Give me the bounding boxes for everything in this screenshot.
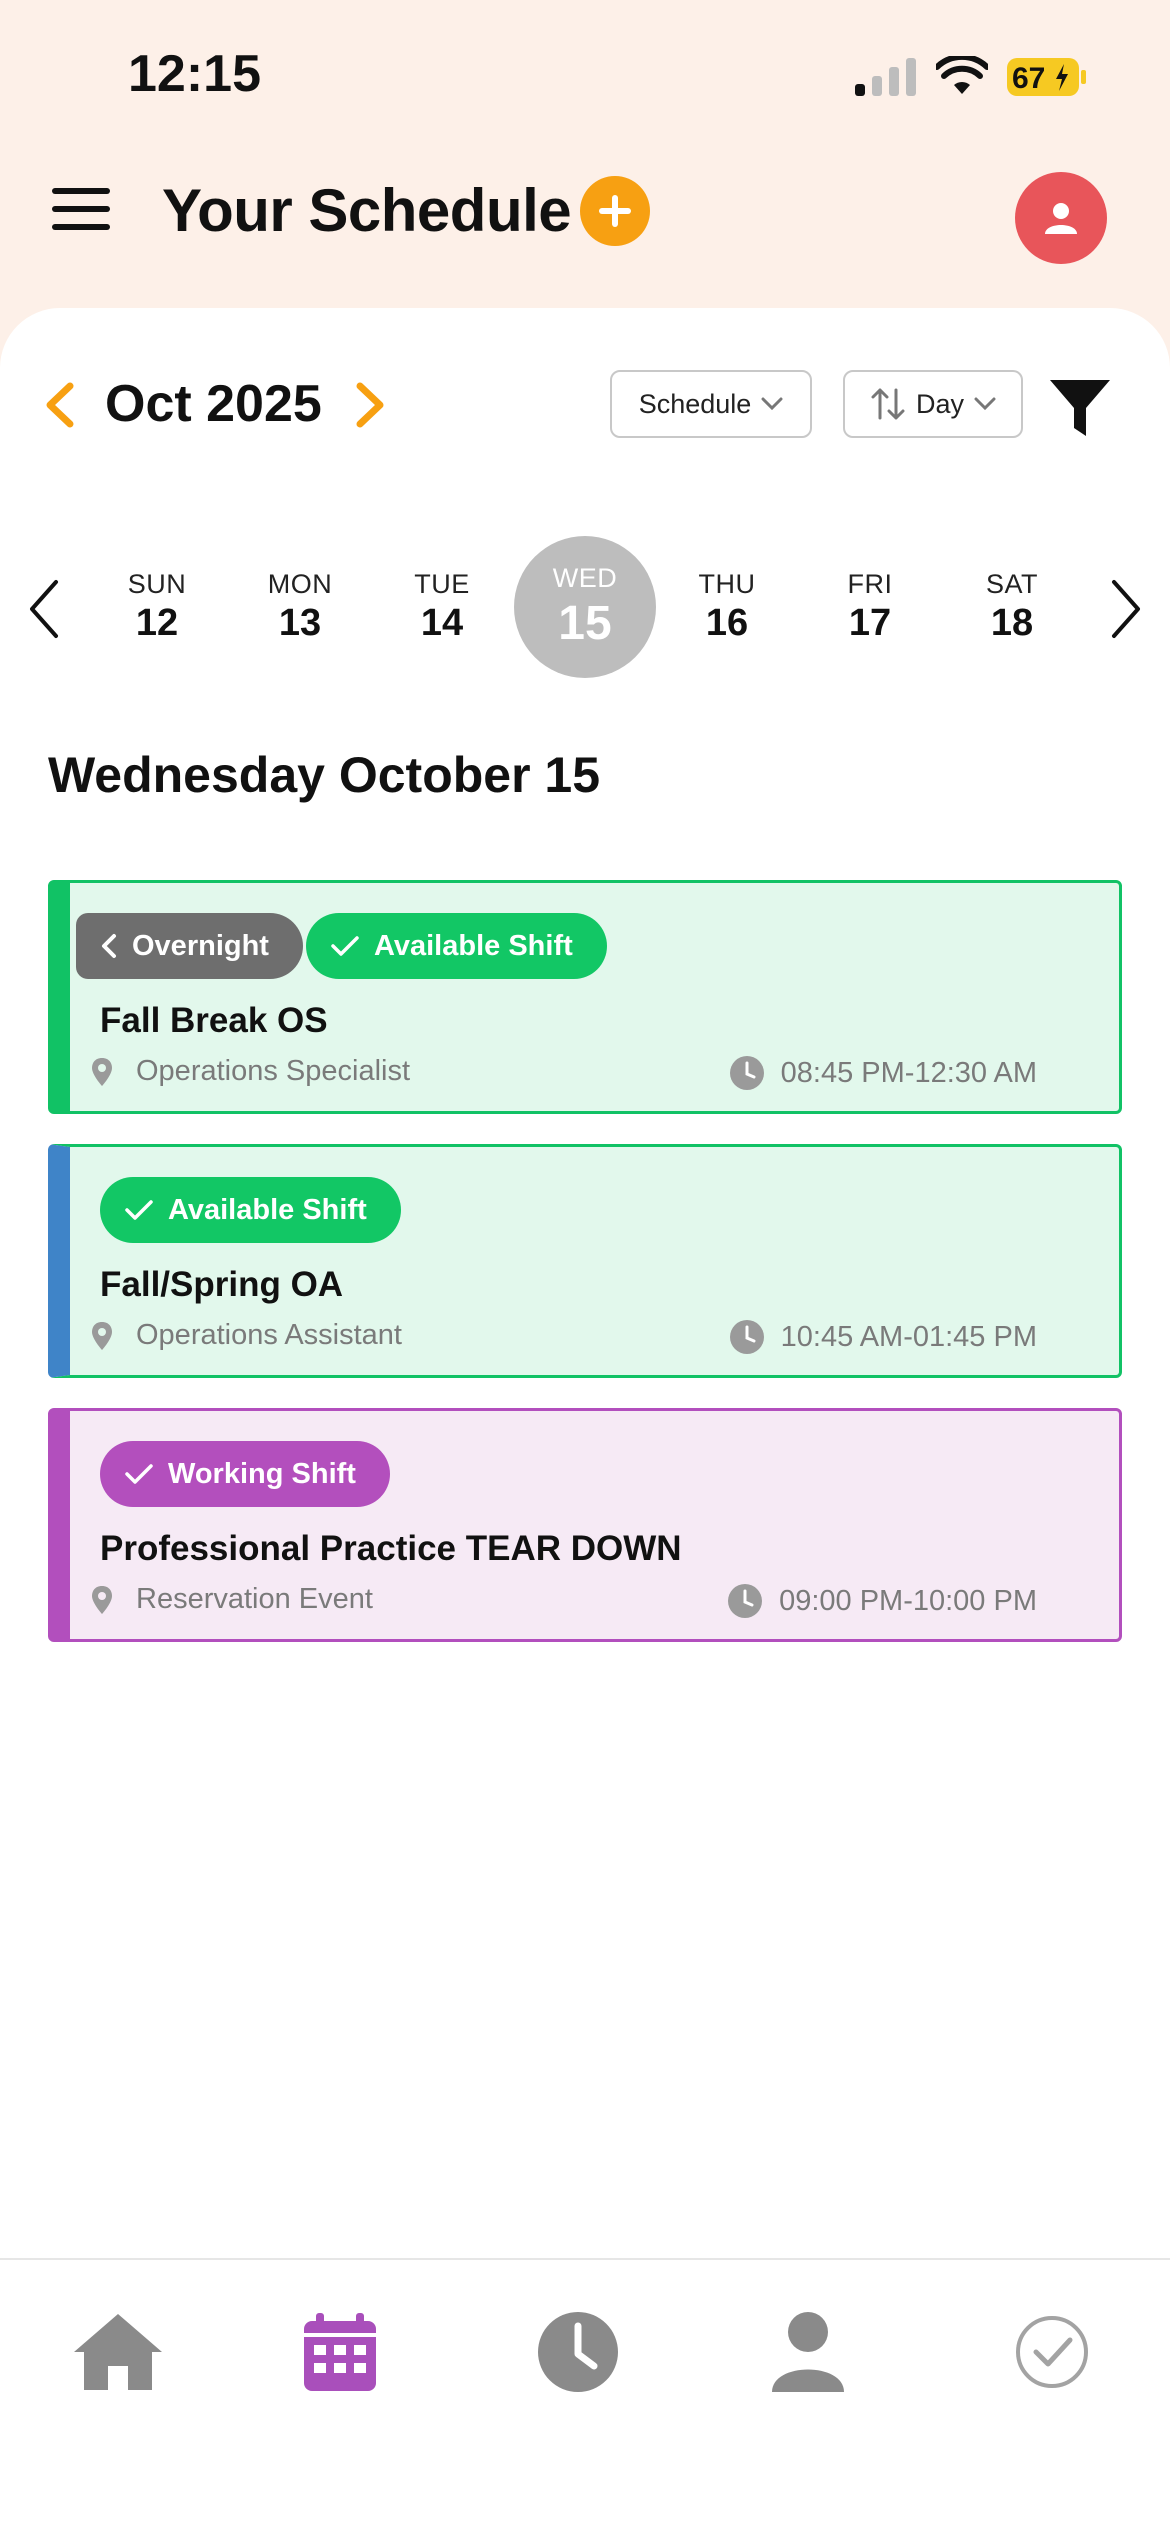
- chevron-left-icon: [102, 934, 116, 958]
- day-of-week: SUN: [127, 569, 187, 599]
- chevron-left-icon[interactable]: [40, 380, 80, 430]
- shift-title: Fall Break OS: [100, 1001, 328, 1040]
- user-icon: [1045, 203, 1077, 234]
- clock-icon: [729, 1056, 764, 1090]
- avatar-button[interactable]: [1015, 172, 1107, 264]
- home-icon: [74, 2314, 162, 2390]
- shift-title: Fall/Spring OA: [100, 1265, 344, 1304]
- selected-date-heading: Wednesday October 15: [48, 747, 601, 803]
- day-of-week: MON: [267, 569, 333, 599]
- day-of-week: FRI: [847, 569, 893, 599]
- sort-arrows-icon: [871, 388, 905, 420]
- checkmark-icon: [331, 936, 359, 956]
- working-shift-tag: Working Shift: [100, 1441, 390, 1507]
- week-next-chevron-icon[interactable]: [1108, 578, 1144, 640]
- time-label: 08:45 PM-12:30 AM: [780, 1056, 1037, 1089]
- battery-icon: 67: [1007, 58, 1086, 96]
- overnight-tag: Overnight: [76, 913, 303, 979]
- day-of-week: TUE: [414, 569, 470, 599]
- location-pin-icon: [92, 1057, 112, 1086]
- time-label: 09:00 PM-10:00 PM: [779, 1584, 1037, 1617]
- checkmark-icon: [125, 1464, 153, 1484]
- status-bar: 12:15 67: [0, 0, 1170, 150]
- shift-time: 08:45 PM-12:30 AM: [729, 1055, 1037, 1091]
- week-prev-chevron-icon[interactable]: [26, 578, 62, 640]
- nav-tasks[interactable]: [1002, 2302, 1102, 2402]
- week-day-tue[interactable]: TUE 14: [371, 536, 513, 678]
- chevron-right-icon[interactable]: [350, 380, 390, 430]
- person-icon: [772, 2312, 844, 2392]
- week-day-thu[interactable]: THU 16: [656, 536, 798, 678]
- shift-location: Reservation Event: [90, 1583, 373, 1616]
- filter-icon[interactable]: [1048, 376, 1112, 440]
- location-label: Reservation Event: [136, 1583, 373, 1615]
- tag-label: Available Shift: [374, 929, 573, 962]
- month-label[interactable]: Oct 2025: [105, 374, 322, 434]
- chevron-down-icon: [974, 397, 996, 411]
- add-button[interactable]: [580, 176, 650, 246]
- shift-time: 10:45 AM-01:45 PM: [729, 1319, 1037, 1355]
- shift-location: Operations Specialist: [90, 1055, 410, 1088]
- chevron-down-icon: [761, 397, 783, 411]
- view-dropdown-label: Schedule: [638, 388, 752, 419]
- shift-location: Operations Assistant: [90, 1319, 402, 1352]
- location-pin-icon: [92, 1585, 112, 1614]
- day-of-week: SAT: [985, 569, 1038, 599]
- day-number: 13: [278, 602, 322, 644]
- day-number: 14: [420, 602, 464, 644]
- shift-card[interactable]: Overnight Available Shift Fall Break OS …: [48, 880, 1122, 1114]
- week-day-wed-selected[interactable]: WED 15: [514, 536, 656, 678]
- cellular-signal-icon: [855, 58, 916, 96]
- shift-card[interactable]: Working Shift Professional Practice TEAR…: [48, 1408, 1122, 1642]
- menu-line: [52, 206, 110, 212]
- nav-timeclock[interactable]: [528, 2302, 628, 2402]
- shift-title: Professional Practice TEAR DOWN: [100, 1529, 682, 1568]
- day-of-week: THU: [698, 569, 756, 599]
- calendar-icon: [304, 2313, 376, 2391]
- shift-card[interactable]: Available Shift Fall/Spring OA Operation…: [48, 1144, 1122, 1378]
- day-number: 15: [558, 597, 612, 650]
- view-dropdown[interactable]: Schedule: [610, 370, 812, 438]
- week-day-sat[interactable]: SAT 18: [941, 536, 1083, 678]
- day-number: 18: [990, 602, 1034, 644]
- nav-home[interactable]: [68, 2302, 168, 2402]
- plus-icon: [599, 195, 631, 227]
- week-day-fri[interactable]: FRI 17: [799, 536, 941, 678]
- menu-button[interactable]: [52, 188, 110, 230]
- day-number: 17: [848, 602, 892, 644]
- menu-line: [52, 188, 110, 194]
- clock-icon: [538, 2312, 618, 2392]
- location-pin-icon: [92, 1321, 112, 1350]
- location-label: Operations Specialist: [136, 1055, 411, 1087]
- day-number: 12: [135, 602, 179, 644]
- week-day-sun[interactable]: SUN 12: [86, 536, 228, 678]
- status-time: 12:15: [128, 45, 261, 103]
- available-shift-tag: Available Shift: [306, 913, 607, 979]
- nav-schedule[interactable]: [290, 2302, 390, 2402]
- shift-time: 09:00 PM-10:00 PM: [727, 1583, 1037, 1619]
- nav-profile[interactable]: [758, 2302, 858, 2402]
- page-title: Your Schedule: [162, 177, 572, 244]
- clock-icon: [729, 1320, 764, 1354]
- tag-label: Working Shift: [168, 1457, 356, 1490]
- wifi-icon: [936, 56, 988, 94]
- checkmark-icon: [125, 1200, 153, 1220]
- location-label: Operations Assistant: [136, 1319, 402, 1351]
- menu-line: [52, 224, 110, 230]
- tag-label: Overnight: [132, 929, 269, 962]
- day-number: 16: [705, 602, 749, 644]
- time-label: 10:45 AM-01:45 PM: [780, 1320, 1037, 1353]
- check-circle-icon: [1016, 2316, 1088, 2388]
- available-shift-tag: Available Shift: [100, 1177, 401, 1243]
- clock-icon: [728, 1584, 763, 1618]
- range-dropdown-label: Day: [915, 388, 964, 419]
- range-dropdown[interactable]: Day: [843, 370, 1023, 438]
- week-day-mon[interactable]: MON 13: [229, 536, 371, 678]
- battery-percent: 67: [1012, 62, 1045, 95]
- battery-indicator: 67: [1006, 56, 1088, 98]
- day-of-week: WED: [552, 563, 618, 593]
- tag-label: Available Shift: [168, 1193, 367, 1226]
